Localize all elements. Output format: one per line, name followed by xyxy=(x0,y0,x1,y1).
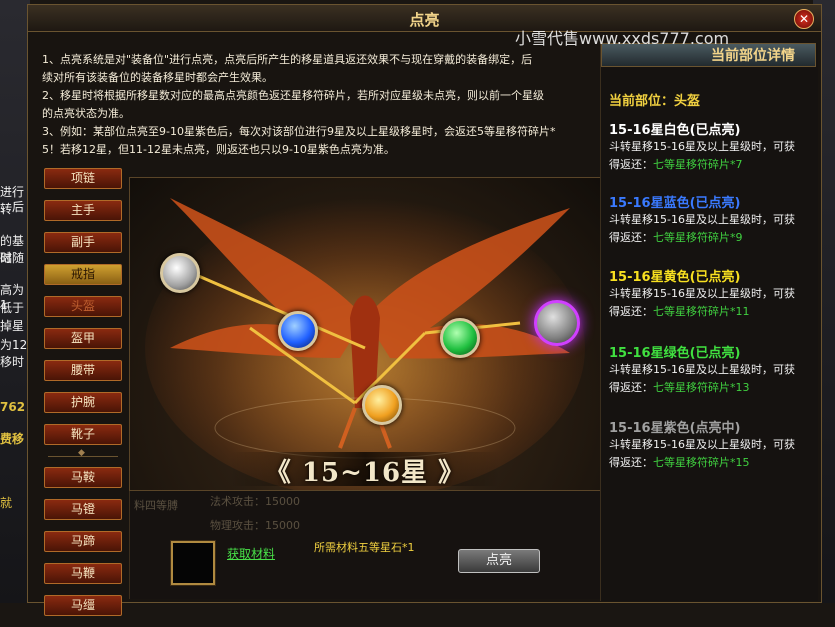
description-line: 的点亮状态为准。 xyxy=(42,107,130,120)
background-text: 物理攻击：15000 xyxy=(210,519,300,532)
tier-reward-line: 得返还：七等星移符碎片*11 xyxy=(609,303,814,321)
watermark-text: 小雪代售www.xxds777.com xyxy=(515,29,730,48)
light-up-window: 点亮 ✕ 1、点亮系统是对"装备位"进行点亮，点亮后所产生的移星道具返还效果不与… xyxy=(27,4,822,616)
tier-name: 15-16星紫色(点亮中) xyxy=(609,421,741,436)
slot-button-stirrup[interactable]: 马镫 xyxy=(44,499,122,520)
orb-green[interactable] xyxy=(440,318,480,358)
tier-reward-line: 得返还：七等星移符碎片*15 xyxy=(609,454,814,472)
slot-button-main-hand[interactable]: 主手 xyxy=(44,200,122,221)
bg-text: 762 xyxy=(0,400,26,414)
description-line: 3、例如：某部位点亮至9-10星紫色后，每次对该部位进行9星及以上星级移星时，会… xyxy=(42,125,556,138)
current-part-label: 当前部位：头盔 xyxy=(609,94,701,109)
details-panel: 当前部位详情 当前部位：头盔 15-16星白色(已点亮) 斗转星移15-16星及… xyxy=(600,43,818,601)
required-material-text: 所需材料五等星石*1 xyxy=(314,541,415,554)
description-line: 5！若移12星，但11-12星未点亮，则返还也只以9-10星紫色点亮为准。 xyxy=(42,143,395,156)
orb-white[interactable] xyxy=(160,253,200,293)
tier-entry-blue: 15-16星蓝色(已点亮) 斗转星移15-16星及以上星级时，可获 得返还：七等… xyxy=(609,192,814,247)
tier-desc: 斗转星移15-16星及以上星级时，可获 xyxy=(609,287,795,300)
bg-text: ，后 xyxy=(0,200,25,214)
tier-reward-line: 得返还：七等星移符碎片*9 xyxy=(609,229,814,247)
slot-button-reins[interactable]: 马缰 xyxy=(44,595,122,616)
tier-name: 15-16星白色(已点亮) xyxy=(609,123,741,138)
slot-button-off-hand[interactable]: 副手 xyxy=(44,232,122,253)
background-text: 料四等膊 xyxy=(134,499,178,512)
bg-text: 移时 xyxy=(0,355,25,369)
tier-desc: 斗转星移15-16星及以上星级时，可获 xyxy=(609,363,795,376)
description-line: 1、点亮系统是对"装备位"进行点亮，点亮后所产生的移星道具返还效果不与现在穿戴的… xyxy=(42,53,533,66)
slot-button-bracer[interactable]: 护腕 xyxy=(44,392,122,413)
orb-purple[interactable] xyxy=(534,300,580,346)
tier-desc: 斗转星移15-16星及以上星级时，可获 xyxy=(609,438,795,451)
reward-value: 七等星移符碎片*9 xyxy=(653,231,743,244)
slot-button-horseshoe[interactable]: 马蹄 xyxy=(44,531,122,552)
slot-button-ring[interactable]: 戒指 xyxy=(44,264,122,285)
slot-button-armor[interactable]: 盔甲 xyxy=(44,328,122,349)
tier-reward-line: 得返还：七等星移符碎片*13 xyxy=(609,379,814,397)
background-text: 法术攻击：15000 xyxy=(210,495,300,508)
tier-reward-line: 得返还：七等星移符碎片*7 xyxy=(609,156,814,174)
tier-desc: 斗转星移15-16星及以上星级时，可获 xyxy=(609,140,795,153)
bg-text: 为12 xyxy=(0,338,28,352)
tier-desc: 斗转星移15-16星及以上星级时，可获 xyxy=(609,213,795,226)
tier-entry-yellow: 15-16星黄色(已点亮) 斗转星移15-16星及以上星级时，可获 得返还：七等… xyxy=(609,266,814,321)
slot-button-boots[interactable]: 靴子 xyxy=(44,424,122,445)
close-icon[interactable]: ✕ xyxy=(794,9,814,29)
bg-text: 时随 xyxy=(0,251,25,265)
equipment-slot-nav: 项链 主手 副手 戒指 头盔 盔甲 腰带 护腕 靴子 马鞍 马镫 马蹄 马鞭 马… xyxy=(44,168,124,627)
reward-prefix: 得返还： xyxy=(609,456,653,469)
orb-yellow[interactable] xyxy=(362,385,402,425)
get-material-link[interactable]: 获取材料 xyxy=(227,545,275,562)
reward-prefix: 得返还： xyxy=(609,305,653,318)
light-up-button[interactable]: 点亮 xyxy=(458,549,540,573)
reward-prefix: 得返还： xyxy=(609,158,653,171)
slot-button-saddle[interactable]: 马鞍 xyxy=(44,467,122,488)
bg-text: 费移 xyxy=(0,432,25,446)
reward-value: 七等星移符碎片*11 xyxy=(653,305,750,318)
tier-entry-purple: 15-16星紫色(点亮中) 斗转星移15-16星及以上星级时，可获 得返还：七等… xyxy=(609,417,814,472)
tier-entry-green: 15-16星绿色(已点亮) 斗转星移15-16星及以上星级时，可获 得返还：七等… xyxy=(609,342,814,397)
tier-name: 15-16星黄色(已点亮) xyxy=(609,270,741,285)
bg-text: 就 xyxy=(0,496,13,510)
tier-name: 15-16星蓝色(已点亮) xyxy=(609,196,741,211)
phoenix-stage: 《 15~16星 》 xyxy=(129,177,601,491)
description-line: 续对所有该装备位的装备移星时都会产生效果。 xyxy=(42,71,273,84)
slot-button-necklace[interactable]: 项链 xyxy=(44,168,122,189)
description-line: 2、移星时将根据所移星数对应的最高点亮颜色返还星移符碎片，若所对应星级未点亮，则… xyxy=(42,89,544,102)
slot-button-helmet[interactable]: 头盔 xyxy=(44,296,122,317)
bg-text: 掉星 xyxy=(0,319,25,333)
reward-value: 七等星移符碎片*7 xyxy=(653,158,743,171)
reward-value: 七等星移符碎片*15 xyxy=(653,456,750,469)
reward-value: 七等星移符碎片*13 xyxy=(653,381,750,394)
tier-name: 15-16星绿色(已点亮) xyxy=(609,346,741,361)
reward-prefix: 得返还： xyxy=(609,231,653,244)
description: 1、点亮系统是对"装备位"进行点亮，点亮后所产生的移星道具返还效果不与现在穿戴的… xyxy=(42,51,602,159)
nav-divider xyxy=(44,448,122,460)
bg-text: 低于 xyxy=(0,301,25,315)
tier-entry-white: 15-16星白色(已点亮) 斗转星移15-16星及以上星级时，可获 得返还：七等… xyxy=(609,119,814,174)
phoenix-illustration xyxy=(145,198,585,490)
star-range-title: 《 15~16星 》 xyxy=(230,452,500,488)
reward-prefix: 得返还： xyxy=(609,381,653,394)
material-slot[interactable] xyxy=(171,541,215,585)
orb-blue[interactable] xyxy=(278,311,318,351)
background-left-panel: 进行转 ，后 的基础 时随 高为1 低于 掉星 为12 移时 762 费移 就 xyxy=(0,0,30,603)
slot-button-belt[interactable]: 腰带 xyxy=(44,360,122,381)
slot-button-whip[interactable]: 马鞭 xyxy=(44,563,122,584)
